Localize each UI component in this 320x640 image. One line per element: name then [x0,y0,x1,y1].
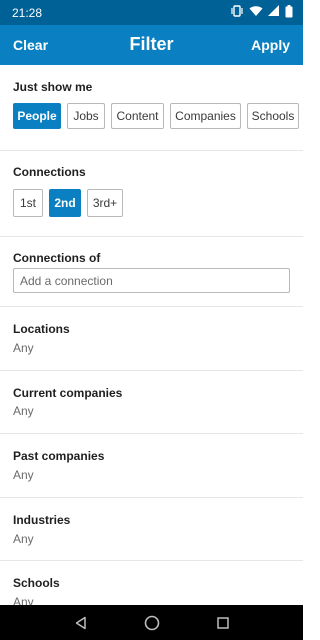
past-companies-value: Any [13,468,34,482]
just-show-me-options: People Jobs Content Companies Schools [13,103,299,129]
industries-title: Industries [13,513,71,527]
apply-button[interactable]: Apply [251,37,290,53]
just-show-me-title: Just show me [13,80,93,94]
connections-section: Connections 1st 2nd 3rd+ [0,151,303,237]
add-connection-input[interactable] [13,268,290,293]
home-icon[interactable] [142,613,162,633]
chip-1st[interactable]: 1st [13,189,43,217]
chip-3rd-plus[interactable]: 3rd+ [87,189,123,217]
industries-value: Any [13,532,34,546]
current-companies-title: Current companies [13,386,123,400]
status-bar: 21:28 [0,0,303,25]
filter-content: Just show me People Jobs Content Compani… [0,65,303,605]
chip-companies[interactable]: Companies [170,103,241,129]
schools-value: Any [13,595,34,605]
chip-2nd[interactable]: 2nd [49,189,81,217]
status-time: 21:28 [12,5,43,20]
connections-of-section: Connections of [0,237,303,307]
past-companies-title: Past companies [13,449,105,463]
chip-jobs[interactable]: Jobs [67,103,105,129]
chip-schools[interactable]: Schools [247,103,299,129]
connections-title: Connections [13,165,86,179]
system-nav-bar [0,605,303,640]
connections-of-title: Connections of [13,251,101,265]
app-bar: Clear Filter Apply [0,25,303,65]
locations-value: Any [13,341,34,355]
signal-icon [268,5,280,20]
chip-content[interactable]: Content [111,103,164,129]
back-icon[interactable] [71,613,91,633]
vibrate-icon [230,5,244,20]
chip-people[interactable]: People [13,103,61,129]
wifi-icon [249,5,263,20]
current-companies-filter[interactable]: Current companies Any [0,371,303,434]
just-show-me-section: Just show me People Jobs Content Compani… [0,65,303,151]
past-companies-filter[interactable]: Past companies Any [0,434,303,498]
battery-icon [285,4,293,21]
connections-options: 1st 2nd 3rd+ [13,189,123,217]
locations-filter[interactable]: Locations Any [0,307,303,371]
status-icons [230,4,293,21]
locations-title: Locations [13,322,70,336]
schools-filter[interactable]: Schools Any [0,561,303,605]
industries-filter[interactable]: Industries Any [0,498,303,561]
schools-title: Schools [13,576,60,590]
current-companies-value: Any [13,404,34,418]
recents-icon[interactable] [213,613,233,633]
